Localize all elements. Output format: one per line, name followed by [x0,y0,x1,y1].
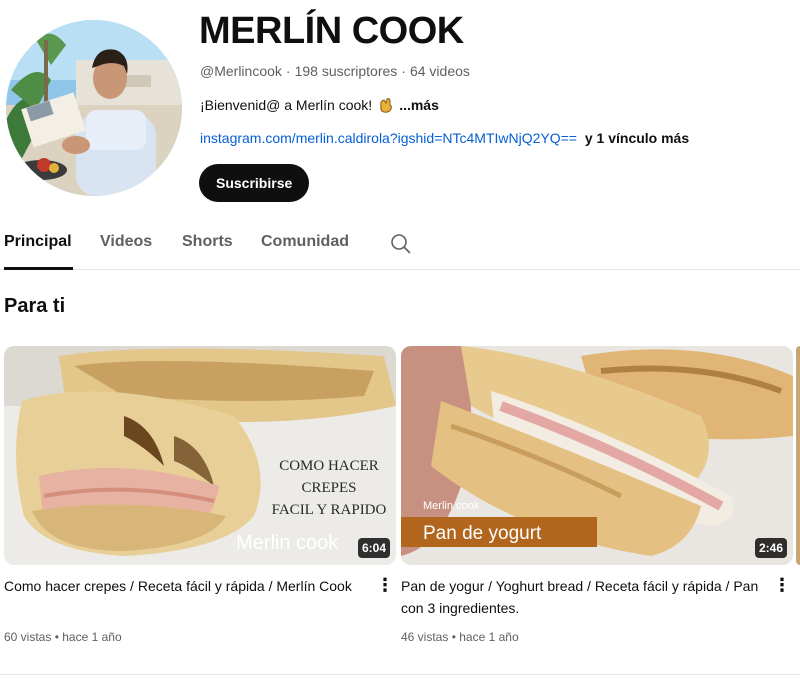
video-stats: 60 vistas • hace 1 año [4,630,122,644]
channel-description[interactable]: ¡Bienvenid@ a Merlín cook! ...más [200,96,439,114]
view-count: 46 vistas [401,630,449,644]
tab-shorts[interactable]: Shorts [182,233,233,251]
tab-comunidad[interactable]: Comunidad [261,233,349,251]
channel-meta: @Merlincook · 198 suscriptores · 64 videos [200,63,470,79]
video-stats: 46 vistas • hace 1 año [401,630,519,644]
video-count: 64 videos [409,63,470,79]
view-count: 60 vistas [4,630,52,644]
more-links[interactable]: y 1 vínculo más [585,130,689,146]
instagram-link[interactable]: instagram.com/merlin.caldirola?igshid=NT… [200,130,577,146]
channel-handle: @Merlincook [200,63,282,79]
watermark: Merlin cook [236,532,339,554]
video-title[interactable]: Como hacer crepes / Receta fácil y rápid… [4,575,368,597]
video-thumbnail[interactable]: COMO HACER CREPES FACIL Y RAPIDO Merlin … [4,346,396,565]
video-card[interactable]: Merlin cook Pan de yogurt 2:46 Pan de yo… [401,346,793,644]
video-card[interactable]: COMO HACER CREPES FACIL Y RAPIDO Merlin … [4,346,396,644]
channel-name: MERLÍN COOK [199,10,464,52]
section-title: Para ti [4,295,66,317]
overlay-line-3: FACIL Y RAPIDO [272,502,387,518]
upload-age: hace 1 año [62,630,122,644]
video-title[interactable]: Pan de yogur / Yoghurt bread / Receta fá… [401,575,765,619]
tab-principal[interactable]: Principal [4,233,72,251]
tab-videos[interactable]: Videos [100,233,152,251]
video-thumbnail[interactable]: Merlin cook Pan de yogurt 2:46 [401,346,793,565]
overlay-banner-text: Pan de yogurt [423,523,542,544]
upload-age: hace 1 año [459,630,519,644]
channel-avatar[interactable] [6,20,182,196]
video-duration: 2:46 [754,538,787,558]
subscriber-count: 198 suscriptores [294,63,398,79]
video-card-partial[interactable] [796,346,800,565]
description-text: ¡Bienvenid@ a Merlín cook! [200,97,373,113]
active-tab-indicator [4,267,73,270]
video-duration: 6:04 [357,538,390,558]
subscribe-button[interactable]: Suscribirse [199,164,310,202]
channel-links: instagram.com/merlin.caldirola?igshid=NT… [200,130,689,146]
waving-hand-icon [377,96,395,114]
overlay-line-2: CREPES [301,480,356,496]
description-more-link[interactable]: ...más [399,97,439,113]
search-icon[interactable] [389,232,413,256]
divider [0,674,800,675]
overlay-line-1: COMO HACER [279,458,379,474]
more-options-icon[interactable]: ⋮ [773,575,791,595]
overlay-small-text: Merlin cook [423,500,480,512]
channel-tabs: Principal Videos Shorts Comunidad [0,224,800,270]
more-options-icon[interactable]: ⋮ [376,575,394,595]
